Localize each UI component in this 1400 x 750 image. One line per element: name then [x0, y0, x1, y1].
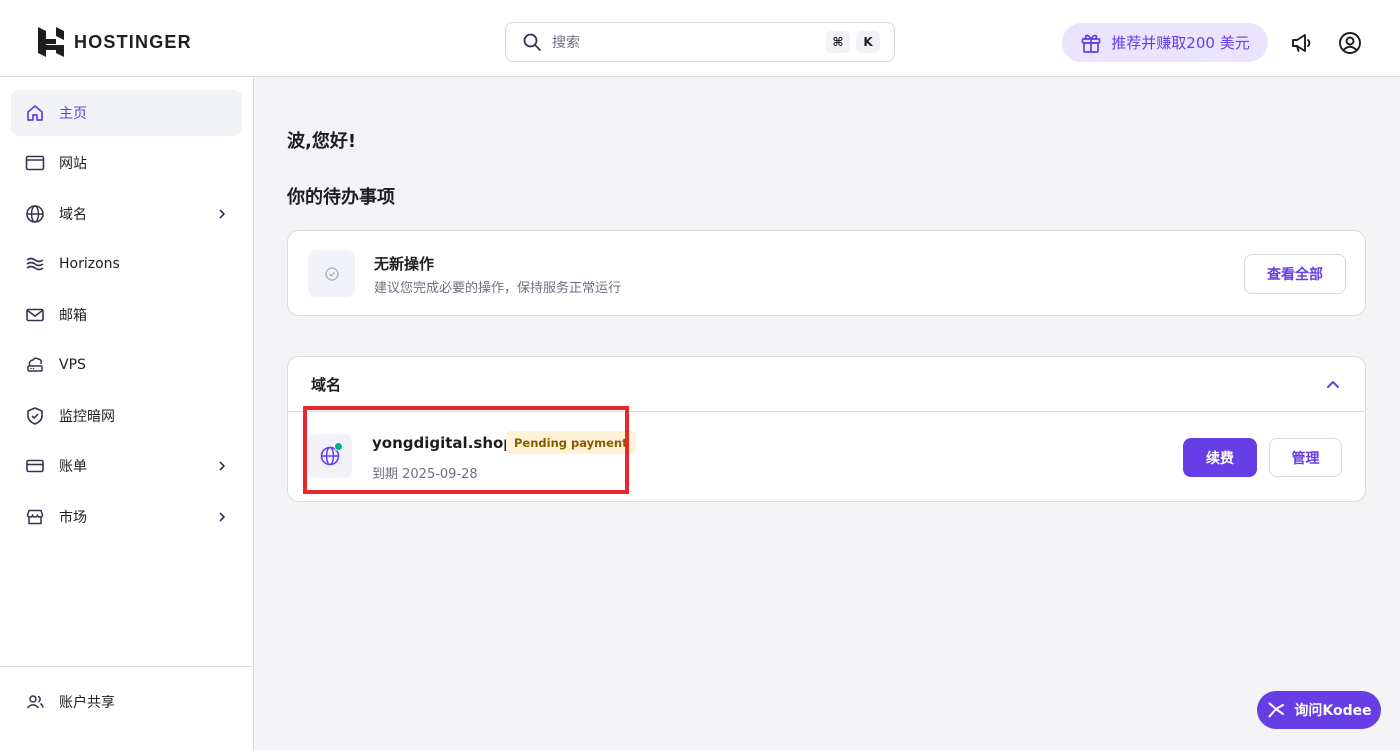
- ask-kodee-button[interactable]: 询问Kodee: [1257, 691, 1381, 729]
- view-all-button[interactable]: 查看全部: [1244, 254, 1346, 294]
- domains-card-title: 域名: [311, 376, 342, 394]
- renew-button[interactable]: 续费: [1183, 438, 1257, 477]
- store-icon: [24, 506, 46, 528]
- vps-icon: [24, 354, 46, 376]
- top-header: HOSTINGER 搜索 ⌘ K 推荐并赚取200 美元: [0, 0, 1400, 77]
- chevron-right-icon: [214, 206, 230, 222]
- sidebar: 主页 网站 域名 Horizons 邮箱 VPS 监控暗网 账单 市场 账户共享: [0, 77, 254, 750]
- sidebar-item-label: 邮箱: [59, 308, 87, 324]
- highlight-box: [303, 406, 629, 494]
- horizons-icon: [24, 253, 46, 275]
- home-icon: [24, 102, 46, 124]
- account-icon: [1339, 32, 1361, 54]
- chevron-up-icon: [1327, 381, 1339, 388]
- sidebar-item-mail[interactable]: 邮箱: [11, 292, 242, 338]
- account-button[interactable]: [1337, 30, 1363, 56]
- collapse-button[interactable]: [1323, 374, 1343, 394]
- hostinger-logo[interactable]: HOSTINGER: [38, 27, 192, 57]
- sidebar-item-marketplace[interactable]: 市场: [11, 494, 242, 540]
- sidebar-item-label: 监控暗网: [59, 409, 115, 425]
- sidebar-item-domains[interactable]: 域名: [11, 191, 242, 237]
- sidebar-item-label: 域名: [59, 207, 87, 223]
- sidebar-item-websites[interactable]: 网站: [11, 140, 242, 186]
- sidebar-item-label: 账户共享: [59, 695, 115, 711]
- sidebar-divider: [0, 666, 253, 667]
- card-icon: [24, 455, 46, 477]
- announcements-button[interactable]: [1289, 30, 1315, 56]
- users-icon: [24, 691, 46, 713]
- brand-name: HOSTINGER: [74, 31, 192, 52]
- chevron-right-icon: [214, 458, 230, 474]
- hostinger-logo-icon: [38, 27, 64, 57]
- sidebar-item-label: 账单: [59, 459, 87, 475]
- sidebar-item-account-sharing[interactable]: 账户共享: [11, 679, 242, 725]
- globe-icon: [24, 203, 46, 225]
- sidebar-item-label: Horizons: [59, 256, 120, 272]
- todo-subtitle: 建议您完成必要的操作，保持服务正常运行: [374, 281, 622, 296]
- todo-section-title: 你的待办事项: [287, 187, 395, 208]
- referral-label: 推荐并赚取200 美元: [1111, 34, 1250, 52]
- search-placeholder: 搜索: [552, 35, 580, 51]
- sidebar-item-darkweb-monitor[interactable]: 监控暗网: [11, 393, 242, 439]
- shortcut-key-k: K: [856, 31, 880, 53]
- shield-icon: [24, 405, 46, 427]
- referral-button[interactable]: 推荐并赚取200 美元: [1062, 23, 1268, 62]
- sidebar-item-billing[interactable]: 账单: [11, 443, 242, 489]
- sidebar-item-label: 网站: [59, 156, 87, 172]
- mail-icon: [24, 304, 46, 326]
- todo-heading: 无新操作: [374, 255, 435, 273]
- sidebar-item-vps[interactable]: VPS: [11, 342, 242, 388]
- greeting: 波,您好!: [287, 131, 357, 152]
- todo-card: 无新操作 建议您完成必要的操作，保持服务正常运行 查看全部: [287, 230, 1366, 316]
- shortcut-key-cmd: ⌘: [826, 31, 850, 53]
- sidebar-item-horizons[interactable]: Horizons: [11, 241, 242, 287]
- sidebar-item-label: VPS: [59, 357, 86, 373]
- search-bar[interactable]: 搜索 ⌘ K: [505, 22, 895, 62]
- sidebar-item-label: 主页: [59, 106, 87, 122]
- megaphone-icon: [1292, 34, 1311, 52]
- search-icon: [523, 33, 541, 51]
- sidebar-item-label: 市场: [59, 510, 87, 526]
- kodee-icon: [1268, 702, 1285, 718]
- domains-card-header: 域名: [288, 357, 1365, 412]
- todo-status-icon-box: [308, 250, 355, 297]
- ask-kodee-label: 询问Kodee: [1294, 703, 1372, 719]
- manage-button[interactable]: 管理: [1269, 438, 1342, 477]
- website-icon: [24, 152, 46, 174]
- chevron-right-icon: [214, 509, 230, 525]
- check-circle-icon: [324, 266, 339, 281]
- gift-icon: [1081, 34, 1101, 53]
- sidebar-item-home[interactable]: 主页: [11, 90, 242, 136]
